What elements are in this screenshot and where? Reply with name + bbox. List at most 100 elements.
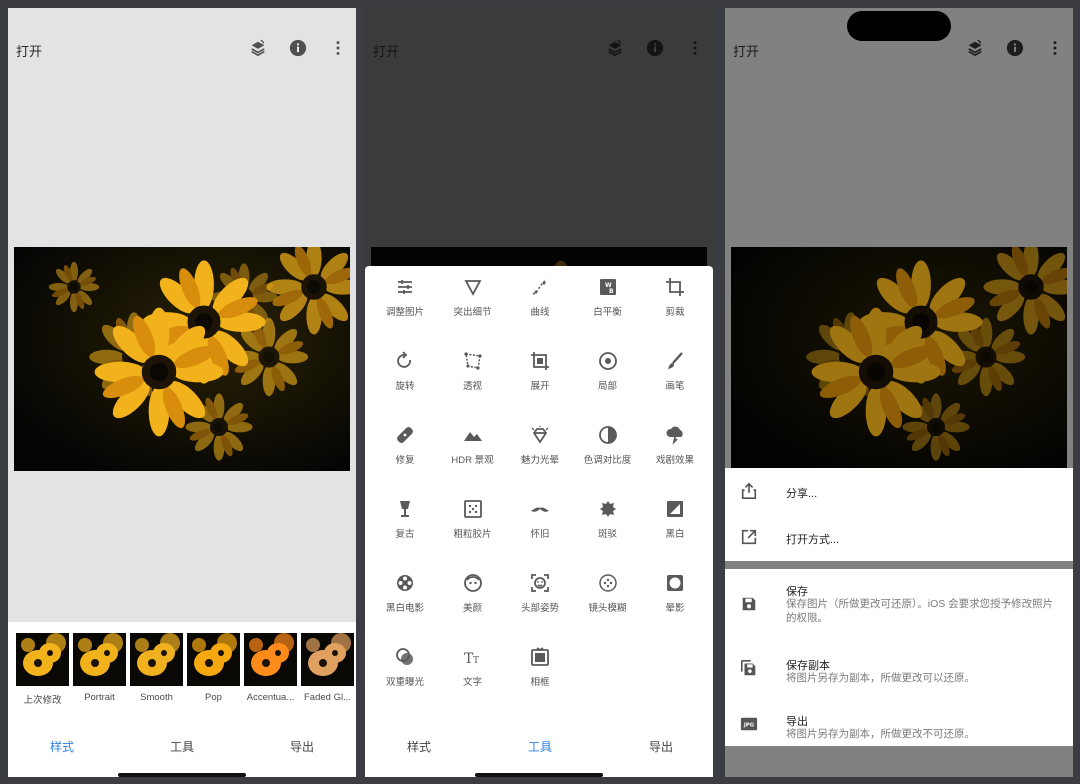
save-icon — [739, 594, 759, 614]
tool-tune[interactable]: 调整图片 — [371, 276, 439, 318]
head-pose-icon — [529, 572, 551, 594]
tool-curves[interactable]: 曲线 — [506, 276, 574, 318]
save-option[interactable]: 保存 保存图片（所做更改可还原）。iOS 会要求您授予修改照片的权限。 — [725, 569, 1073, 629]
tool-text[interactable]: T T 文字 — [439, 646, 507, 688]
tool-vintage-lamp[interactable]: 复古 — [371, 498, 439, 540]
drama-cloud-icon — [664, 424, 686, 446]
more-vert-icon[interactable] — [1045, 38, 1065, 58]
style-thumbnail[interactable]: Faded Gl... — [301, 633, 354, 706]
tool-tonal-contrast[interactable]: 色调对比度 — [574, 424, 642, 466]
tool-drama-cloud[interactable]: 戏剧效果 — [641, 424, 709, 466]
mustache-icon — [529, 498, 551, 520]
info-icon[interactable] — [1005, 38, 1025, 58]
more-vert-icon[interactable] — [328, 38, 348, 58]
bottom-nav: 样式 工具 导出 — [365, 711, 713, 777]
tool-vignette[interactable]: 晕影 — [641, 572, 709, 614]
tool-healing[interactable]: 修复 — [371, 424, 439, 466]
tool-label: 美颜 — [462, 603, 482, 614]
tool-white-balance[interactable]: W B 白平衡 — [574, 276, 642, 318]
tab-export[interactable]: 导出 — [290, 738, 314, 755]
tool-label: 粗粒胶片 — [453, 529, 492, 540]
style-thumbnail[interactable]: Portrait — [73, 633, 126, 706]
save-copy-icon — [739, 658, 759, 678]
style-thumbnail[interactable]: 上次修改 — [16, 633, 69, 706]
tab-tools[interactable]: 工具 — [528, 738, 552, 755]
open-with-label: 打开方式... — [786, 534, 840, 546]
tool-hdr-mountain[interactable]: HDR 景观 — [439, 424, 507, 466]
styles-tray: 上次修改 Portrait Smooth Pop Accentua... Faded Gl… — [8, 622, 356, 712]
tool-lens-blur[interactable]: 镜头模糊 — [574, 572, 642, 614]
style-preview-image — [187, 633, 240, 686]
tool-label: 相框 — [530, 677, 550, 688]
tool-face[interactable]: 美颜 — [439, 572, 507, 614]
info-icon[interactable] — [645, 38, 665, 58]
style-label: Accentua... — [246, 692, 295, 703]
tool-label: 怀旧 — [530, 529, 550, 540]
layers-undo-icon[interactable] — [605, 38, 625, 58]
style-thumbnail[interactable]: Smooth — [130, 633, 183, 706]
tool-grainy-film[interactable]: 粗粒胶片 — [439, 498, 507, 540]
tool-label: 文字 — [462, 677, 482, 688]
tool-perspective[interactable]: 透视 — [439, 350, 507, 392]
open-with-option[interactable]: 打开方式... — [725, 514, 1073, 560]
layers-undo-icon[interactable] — [248, 38, 268, 58]
tool-label: HDR 景观 — [451, 455, 494, 466]
white-balance-icon: WB — [597, 276, 619, 298]
tool-rotate[interactable]: 旋转 — [371, 350, 439, 392]
tool-label: 戏剧效果 — [655, 455, 694, 466]
open-button[interactable]: 打开 — [733, 41, 759, 60]
tool-frame[interactable]: 相框 — [506, 646, 574, 688]
export-option[interactable]: JPG 导出 将图片另存为副本，所做更改不可还原。 — [725, 701, 1073, 747]
tool-label: 头部姿势 — [520, 603, 559, 614]
tool-label: 曲线 — [530, 307, 550, 318]
tool-label: 修复 — [395, 455, 415, 466]
tool-film-reel[interactable]: 黑白电影 — [371, 572, 439, 614]
style-preview-image — [244, 633, 297, 686]
tune-icon — [394, 276, 416, 298]
style-label: Faded Gl... — [304, 692, 351, 703]
tool-double-exposure[interactable]: 双重曝光 — [371, 646, 439, 688]
style-preview-image — [73, 633, 126, 686]
tool-selective[interactable]: 局部 — [574, 350, 642, 392]
frame-icon — [529, 646, 551, 668]
text-icon: TT — [462, 646, 484, 668]
tab-styles[interactable]: 样式 — [50, 738, 74, 755]
tool-expand[interactable]: 展开 — [506, 350, 574, 392]
open-button[interactable]: 打开 — [373, 41, 399, 60]
tool-mustache[interactable]: 怀旧 — [506, 498, 574, 540]
more-vert-icon[interactable] — [685, 38, 705, 58]
style-label: Pop — [205, 692, 222, 703]
style-preview-image — [16, 633, 69, 686]
grunge-icon — [597, 498, 619, 520]
tool-glamour-glow[interactable]: 魅力光晕 — [506, 424, 574, 466]
svg-text:B: B — [609, 288, 614, 295]
open-button[interactable]: 打开 — [16, 41, 42, 60]
layers-undo-icon[interactable] — [965, 38, 985, 58]
tool-label: 斑驳 — [597, 529, 617, 540]
tab-export[interactable]: 导出 — [649, 738, 673, 755]
save-copy-option[interactable]: 保存副本 将图片另存为副本，所做更改可以还原。 — [725, 645, 1073, 691]
top-bar: 打开 — [725, 8, 1073, 90]
style-label: Portrait — [84, 692, 115, 703]
info-icon[interactable] — [288, 38, 308, 58]
tool-grunge[interactable]: 斑驳 — [574, 498, 642, 540]
tab-tools[interactable]: 工具 — [170, 738, 194, 755]
photo-preview — [14, 247, 350, 471]
crop-icon — [664, 276, 686, 298]
jpg-file-icon: JPG — [739, 714, 759, 734]
vintage-lamp-icon — [394, 498, 416, 520]
tool-crop[interactable]: 剪裁 — [641, 276, 709, 318]
tool-details-triangle[interactable]: 突出细节 — [439, 276, 507, 318]
tool-head-pose[interactable]: 头部姿势 — [506, 572, 574, 614]
tool-brush[interactable]: 画笔 — [641, 350, 709, 392]
style-thumbnail[interactable]: Accentua... — [244, 633, 297, 706]
style-thumbnail[interactable]: Pop — [187, 633, 240, 706]
glamour-glow-icon — [529, 424, 551, 446]
lens-blur-icon — [597, 572, 619, 594]
tool-black-white[interactable]: 黑白 — [641, 498, 709, 540]
tab-styles[interactable]: 样式 — [407, 738, 431, 755]
export-description: 将图片另存为副本，所做更改不可还原。 — [786, 728, 975, 740]
share-option[interactable]: 分享... — [725, 468, 1073, 514]
tool-label: 局部 — [597, 381, 617, 392]
hdr-mountain-icon — [462, 424, 484, 446]
